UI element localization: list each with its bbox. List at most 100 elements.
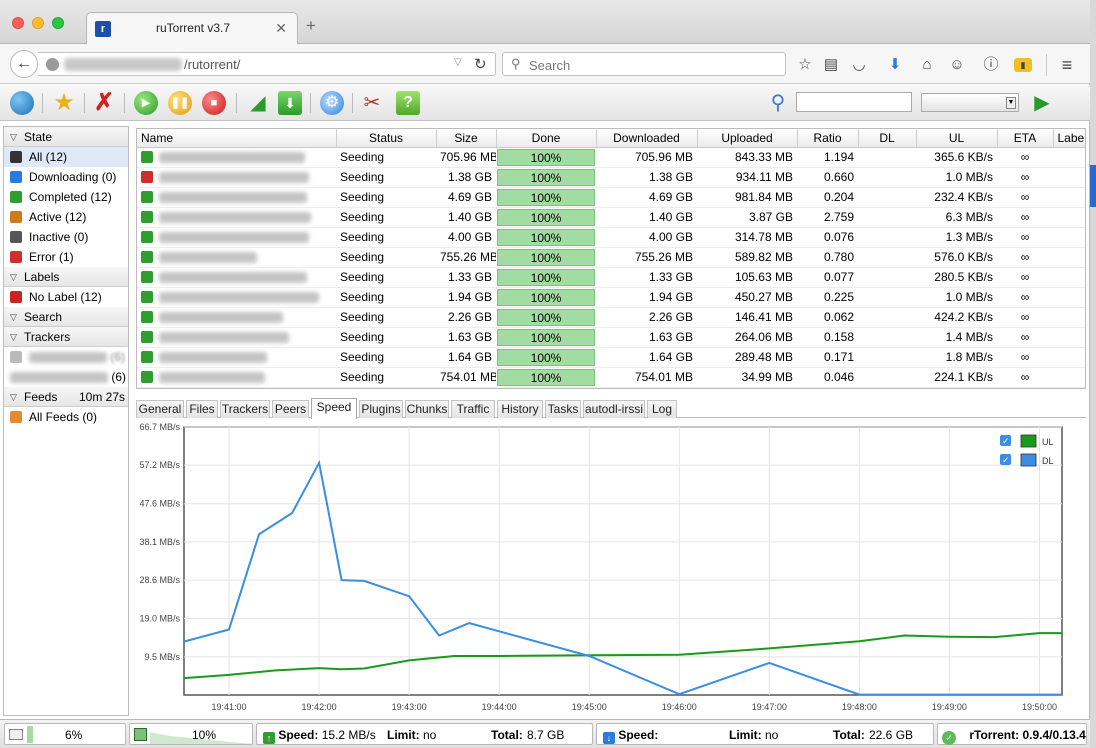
feeds-header[interactable]: ▽ Feeds 10m 27s [4, 387, 128, 407]
add-rss-star-icon[interactable]: ★ [52, 91, 76, 115]
reload-icon[interactable]: ↻ [474, 55, 487, 73]
column-header[interactable]: Name [137, 129, 337, 148]
tab-traffic[interactable]: Traffic [451, 400, 495, 418]
filter-magnifier-icon[interactable]: ⚲ [766, 91, 790, 115]
rss-feed-icon[interactable]: ◢ [246, 91, 270, 115]
tab-history[interactable]: History [497, 400, 543, 418]
eta-cell: ∞ [997, 207, 1053, 228]
labels-header[interactable]: ▽ Labels [4, 267, 128, 287]
filter-input[interactable] [796, 92, 912, 112]
info-icon[interactable]: ⓘ [982, 56, 1000, 74]
table-row[interactable]: Seeding 754.01 MB 100% 754.01 MB 34.99 MB 0.0… [137, 367, 1085, 388]
bookmark-star-icon[interactable]: ☆ [796, 56, 814, 74]
table-row[interactable]: Seeding 755.26 MB 100% 755.26 MB 589.82 MB 0.… [137, 247, 1085, 268]
browser-tab[interactable]: r ruTorrent v3.7 ✕ [86, 12, 298, 45]
progress-bar: 100% [497, 348, 595, 366]
tab-autodl-irssi[interactable]: autodl-irssi [583, 400, 645, 418]
home-icon[interactable]: ⌂ [918, 56, 936, 74]
table-row[interactable]: Seeding 2.26 GB 100% 2.26 GB 146.41 MB 0.062 4… [137, 307, 1085, 328]
reading-list-icon[interactable]: ▤ [822, 56, 840, 74]
disk-icon [9, 729, 23, 740]
url-dropdown-icon[interactable]: ▽ [454, 57, 462, 68]
ul-cell: 1.8 MB/s [916, 347, 997, 368]
done-cell: 100% [496, 247, 596, 268]
column-header[interactable]: ETA [997, 129, 1054, 148]
add-torrent-icon[interactable] [10, 91, 34, 115]
column-header[interactable]: UL [916, 129, 998, 148]
sidebar-item[interactable]: Downloading (0) [4, 167, 128, 187]
table-row[interactable]: Seeding 4.00 GB 100% 4.00 GB 314.78 MB 0.076 1… [137, 227, 1085, 248]
download-icon[interactable]: ⬇ [278, 91, 302, 115]
sidebar-item[interactable]: Error (1) [4, 247, 128, 267]
inactive-icon [10, 231, 22, 243]
extension-icon[interactable]: ▮ [1014, 58, 1032, 72]
go-arrow-icon[interactable]: ▶ [1030, 91, 1054, 115]
tab-speed[interactable]: Speed [311, 398, 357, 419]
settings-gear-icon[interactable]: ⚙ [320, 91, 344, 115]
table-row[interactable]: Seeding 1.33 GB 100% 1.33 GB 105.63 MB 0.077 2… [137, 267, 1085, 288]
tab-chunks[interactable]: Chunks [405, 400, 449, 418]
column-header[interactable]: Uploaded [697, 129, 798, 148]
sidebar-item[interactable]: Completed (12) [4, 187, 128, 207]
pause-icon[interactable]: ❚❚ [168, 91, 192, 115]
trackers-header[interactable]: ▽ Trackers [4, 327, 128, 347]
dl-cell [858, 167, 916, 188]
table-row[interactable]: Seeding 705.96 MB 100% 705.96 MB 843.33 MB 1.… [137, 147, 1085, 168]
column-header[interactable]: Done [496, 129, 597, 148]
stop-icon[interactable]: ■ [202, 91, 226, 115]
column-header[interactable]: Ratio [797, 129, 859, 148]
tab-files[interactable]: Files [186, 400, 218, 418]
tracker-item[interactable]: (6) [4, 347, 128, 367]
seeding-up-arrow-icon [141, 291, 153, 303]
close-window-button[interactable] [12, 17, 24, 29]
table-row[interactable]: Seeding 1.38 GB 100% 1.38 GB 934.11 MB 0.660 1… [137, 167, 1085, 188]
background-window-edge [1090, 0, 1096, 748]
zoom-window-button[interactable] [52, 17, 64, 29]
downloaded-cell: 2.26 GB [596, 307, 697, 328]
table-row[interactable]: Seeding 1.94 GB 100% 1.94 GB 450.27 MB 0.225 1… [137, 287, 1085, 308]
column-header[interactable]: Label [1053, 129, 1085, 148]
tab-peers[interactable]: Peers [272, 400, 309, 418]
start-icon[interactable]: ▶ [134, 91, 158, 115]
help-icon[interactable]: ? [396, 91, 420, 115]
tab-trackers[interactable]: Trackers [220, 400, 270, 418]
sidebar-item[interactable]: Active (12) [4, 207, 128, 227]
sidebar-item[interactable]: No Label (12) [4, 287, 128, 307]
size-cell: 4.00 GB [436, 227, 496, 248]
url-bar[interactable]: /rutorrent/ ▽ ↻ [38, 52, 496, 76]
back-button[interactable]: ← [10, 50, 38, 78]
minimize-window-button[interactable] [32, 17, 44, 29]
new-tab-button[interactable]: + [306, 16, 316, 36]
smiley-icon[interactable]: ☺ [948, 56, 966, 74]
table-row[interactable]: Seeding 1.63 GB 100% 1.63 GB 264.06 MB 0.158 1… [137, 327, 1085, 348]
search-bar[interactable]: ⚲ Search [502, 52, 786, 76]
sidebar-item[interactable]: Inactive (0) [4, 227, 128, 247]
state-header[interactable]: ▽ State [4, 127, 128, 147]
tab-tasks[interactable]: Tasks [545, 400, 581, 418]
column-header[interactable]: Status [336, 129, 437, 148]
downloaded-cell: 4.69 GB [596, 187, 697, 208]
column-header[interactable]: DL [858, 129, 917, 148]
ratio-cell: 1.194 [797, 147, 858, 168]
tracker-item[interactable]: (6) [4, 367, 128, 387]
tab-plugins[interactable]: Plugins [359, 400, 403, 418]
close-tab-icon[interactable]: ✕ [275, 20, 287, 37]
search-header[interactable]: ▽ Search [4, 307, 128, 327]
tab-log[interactable]: Log [647, 400, 677, 418]
tools-icon[interactable]: ✂ [360, 91, 384, 115]
table-row[interactable]: Seeding 1.40 GB 100% 1.40 GB 3.87 GB 2.759 6.3… [137, 207, 1085, 228]
remove-icon[interactable]: ✗ [92, 91, 116, 115]
column-header[interactable]: Downloaded [596, 129, 698, 148]
sidebar-item[interactable]: All Feeds (0) [4, 407, 128, 427]
pocket-icon[interactable]: ◡ [850, 56, 868, 74]
table-row[interactable]: Seeding 4.69 GB 100% 4.69 GB 981.84 MB 0.204 2… [137, 187, 1085, 208]
menu-icon[interactable]: ≡ [1058, 56, 1076, 74]
downloads-icon[interactable]: ⬇ [886, 56, 904, 74]
filter-select[interactable]: ▼ [921, 93, 1019, 112]
column-header[interactable]: Size [436, 129, 497, 148]
sidebar-item[interactable]: All (12) [4, 147, 128, 167]
table-row[interactable]: Seeding 1.64 GB 100% 1.64 GB 289.48 MB 0.171 1… [137, 347, 1085, 368]
tab-general[interactable]: General [136, 400, 184, 418]
blurred-torrent-name [159, 332, 289, 344]
eta-cell: ∞ [997, 307, 1053, 328]
